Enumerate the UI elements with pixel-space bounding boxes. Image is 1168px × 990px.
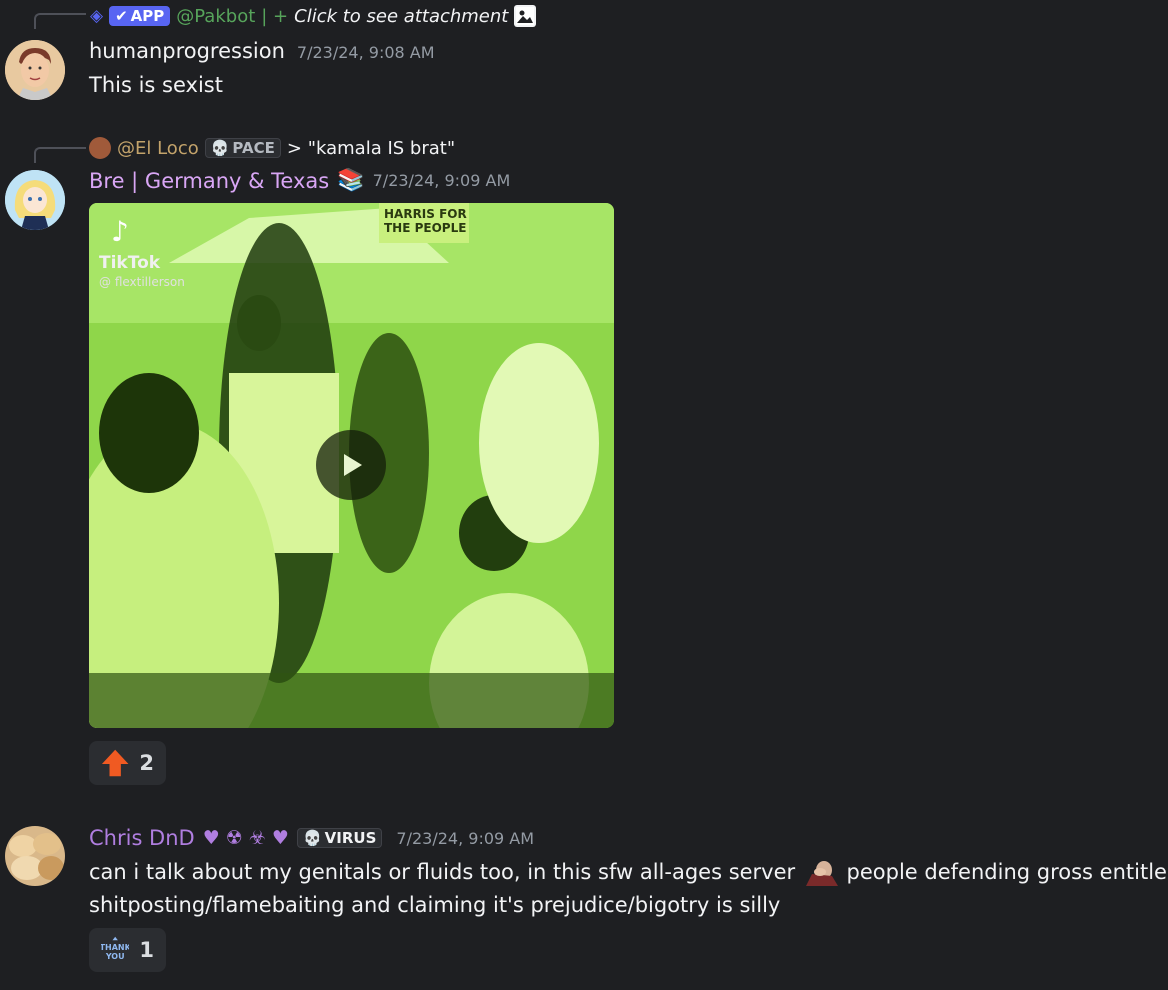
play-icon <box>344 454 362 476</box>
reply-text[interactable]: Click to see attachment <box>294 6 508 27</box>
username[interactable]: Chris DnD <box>89 826 195 850</box>
tiktok-handle: @ flextillerson <box>99 275 185 289</box>
reply-mention[interactable]: @El Loco <box>117 138 199 159</box>
facepalm-emoji-icon <box>802 856 840 886</box>
reply-connector-line <box>34 13 86 29</box>
role-badge: 💀 PACE <box>204 138 281 158</box>
username[interactable]: humanprogression <box>89 39 285 63</box>
message-header: Bre | Germany & Texas 📚 7/23/24, 9:09 AM <box>89 168 510 193</box>
reply-preview[interactable]: ◈ ✔ APP @Pakbot | + Click to see attachm… <box>90 2 537 30</box>
avatar[interactable] <box>5 170 65 230</box>
reply-text[interactable]: > "kamala IS brat" <box>287 138 455 159</box>
app-badge: ✔ APP <box>109 6 171 26</box>
diamond-icon: ◈ <box>90 6 104 26</box>
timestamp: 7/23/24, 9:09 AM <box>372 171 511 190</box>
reaction-button[interactable]: 2 <box>89 741 166 785</box>
message-header: humanprogression 7/23/24, 9:08 AM <box>89 39 435 63</box>
message-text-line2: shitposting/flamebaiting and claiming it… <box>89 893 781 917</box>
reply-separator: | + <box>261 5 289 27</box>
books-icon: 📚 <box>337 168 365 193</box>
avatar[interactable] <box>5 40 65 100</box>
skull-icon: 💀 <box>302 829 322 847</box>
tiktok-logo-icon: ♪ <box>111 215 129 248</box>
timestamp: 7/23/24, 9:09 AM <box>396 828 535 848</box>
up-arrow-icon <box>101 749 129 777</box>
message-text: This is sexist <box>89 73 223 97</box>
thank-you-icon: THANK YOU <box>101 936 129 961</box>
play-button[interactable] <box>316 430 386 500</box>
reply-connector-line <box>34 147 86 163</box>
reply-preview[interactable]: @El Loco 💀 PACE > "kamala IS brat" <box>89 134 455 162</box>
reaction-count: 1 <box>139 938 154 962</box>
username-symbols: ♥ ☢ ☣ ♥ <box>202 827 289 849</box>
svg-text:YOU: YOU <box>105 952 125 961</box>
skull-icon: 💀 <box>210 139 230 157</box>
timestamp: 7/23/24, 9:08 AM <box>296 43 435 62</box>
image-icon <box>514 5 537 27</box>
username[interactable]: Bre | Germany & Texas <box>89 169 329 193</box>
tiktok-brand: TikTok <box>99 253 161 273</box>
campaign-sign: HARRIS FOR THE PEOPLE <box>384 207 467 235</box>
message-text: can i talk about my genitals or fluids t… <box>89 856 1168 889</box>
svg-text:THANK: THANK <box>101 943 129 952</box>
reply-mention[interactable]: @Pakbot <box>176 6 255 27</box>
checkmark-icon: ✔ <box>115 7 128 25</box>
reaction-button[interactable]: THANK YOU 1 <box>89 928 166 972</box>
reaction-count: 2 <box>139 751 154 775</box>
role-badge: 💀 VIRUS <box>296 828 383 848</box>
avatar[interactable] <box>5 826 65 886</box>
message-header: Chris DnD ♥ ☢ ☣ ♥ 💀 VIRUS 7/23/24, 9:09 … <box>89 826 534 850</box>
reply-avatar <box>89 137 111 159</box>
